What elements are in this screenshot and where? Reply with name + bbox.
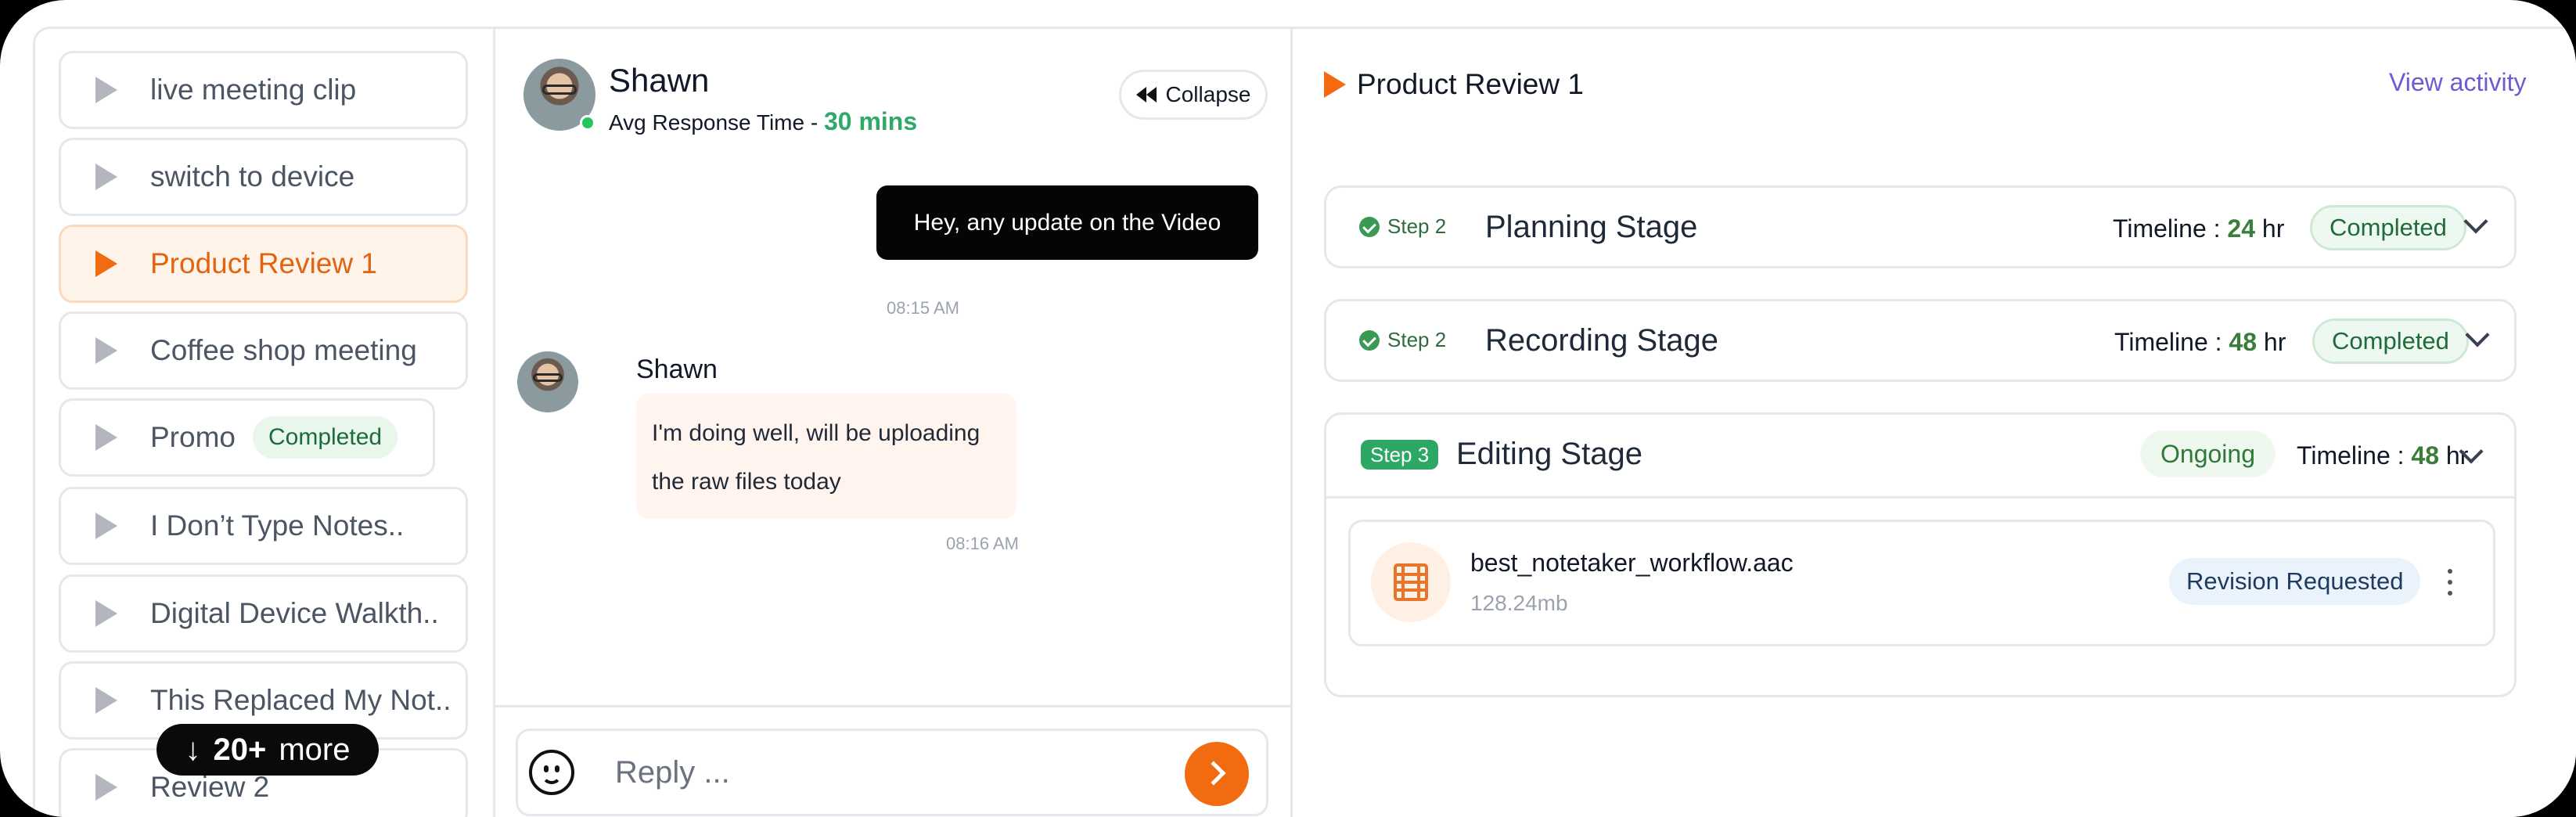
stage-name: Planning Stage — [1485, 210, 1698, 244]
timeline-label: Timeline : — [2114, 328, 2229, 356]
status-badge: Completed — [252, 416, 398, 459]
stage-timeline: Timeline : 24 hr — [2113, 214, 2284, 243]
sidebar-item-digital-device-walkthrough[interactable]: Digital Device Walkth.. — [59, 574, 468, 653]
timeline-label: Timeline : — [2113, 214, 2228, 243]
sidebar-item-label: Product Review 1 — [150, 247, 377, 279]
more-label: more — [279, 732, 351, 767]
file-size: 128.24mb — [1470, 591, 1568, 615]
sidebar-item-switch-to-device[interactable]: switch to device — [59, 138, 468, 216]
stage-timeline: Timeline : 48 hr — [2297, 441, 2468, 470]
sidebar-item-label: Review 2 — [150, 771, 270, 803]
stage-card-recording[interactable]: Step 2 Recording Stage Timeline : 48 hr … — [1324, 299, 2517, 382]
file-name: best_notetaker_workflow.aac — [1470, 549, 1793, 577]
sidebar-item-live-meeting-clip[interactable]: live meeting clip — [59, 51, 468, 129]
chevron-down-icon[interactable] — [2465, 322, 2490, 347]
stage-name: Editing Stage — [1456, 437, 1642, 471]
play-icon — [95, 687, 117, 714]
play-icon — [95, 424, 117, 451]
arrow-down-icon: ↓ — [185, 732, 201, 767]
outgoing-message: Hey, any update on the Video — [876, 185, 1258, 260]
sidebar: live meeting clip switch to device Produ… — [35, 29, 495, 817]
app-window: live meeting clip switch to device Produ… — [33, 27, 2576, 817]
status-badge: Completed — [2310, 205, 2466, 250]
file-card[interactable]: best_notetaker_workflow.aac 128.24mb Rev… — [1348, 520, 2495, 646]
sidebar-item-label: I Don’t Type Notes.. — [150, 509, 405, 542]
sidebar-item-i-dont-type-notes[interactable]: I Don’t Type Notes.. — [59, 487, 468, 565]
reply-input[interactable] — [615, 748, 1131, 797]
play-icon — [95, 250, 117, 277]
reply-composer — [516, 729, 1268, 816]
sidebar-item-label: Promo — [150, 421, 236, 453]
collapse-button[interactable]: Collapse — [1119, 70, 1268, 120]
incoming-message: I'm doing well, will be uploading the ra… — [636, 394, 1016, 519]
view-activity-link[interactable]: View activity — [2389, 68, 2526, 97]
rewind-icon — [1135, 87, 1157, 103]
play-icon — [95, 164, 117, 190]
more-count: 20+ — [213, 732, 267, 767]
step-label: Step 2 — [1387, 214, 1447, 238]
chevron-right-icon — [1201, 761, 1226, 786]
status-badge: Revision Requested — [2169, 558, 2421, 605]
step-tag: Step 2 — [1359, 214, 1446, 239]
step-tag: Step 2 — [1359, 328, 1446, 352]
play-icon — [95, 337, 117, 364]
timeline-unit: hr — [2257, 328, 2286, 356]
avg-response-value: 30 mins — [823, 107, 918, 135]
check-circle-icon — [1359, 329, 1380, 351]
check-circle-icon — [1359, 216, 1380, 237]
sidebar-item-product-review-1[interactable]: Product Review 1 — [59, 225, 468, 303]
stage-timeline: Timeline : 48 hr — [2114, 328, 2286, 357]
divider — [495, 705, 1293, 707]
timeline-hours: 24 — [2227, 214, 2255, 243]
chevron-down-icon[interactable] — [2463, 209, 2488, 234]
play-icon — [1324, 71, 1346, 98]
message-sender: Shawn — [636, 355, 718, 384]
emoji-icon[interactable] — [529, 750, 574, 795]
chat-panel: Shawn Avg Response Time - 30 mins Collap… — [495, 29, 1293, 817]
sidebar-item-label: Digital Device Walkth.. — [150, 597, 439, 629]
avg-response-time: Avg Response Time - 30 mins — [609, 107, 917, 136]
screen-frame: live meeting clip switch to device Produ… — [0, 0, 2576, 817]
detail-panel: Product Review 1 View activity Step 2 Pl… — [1293, 29, 2576, 817]
stage-name: Recording Stage — [1485, 323, 1718, 358]
step-tag: Step 3 — [1361, 440, 1439, 470]
sidebar-item-promo[interactable]: Promo Completed — [59, 398, 435, 477]
sidebar-item-label: live meeting clip — [150, 74, 357, 106]
play-icon — [95, 600, 117, 627]
online-status-icon — [580, 115, 595, 131]
message-timestamp: 08:16 AM — [946, 534, 1019, 553]
show-more-button[interactable]: ↓ 20+ more — [157, 724, 379, 776]
status-badge: Ongoing — [2140, 430, 2276, 477]
sidebar-item-coffee-shop-meeting[interactable]: Coffee shop meeting — [59, 311, 468, 390]
collapse-label: Collapse — [1165, 82, 1251, 106]
play-icon — [95, 513, 117, 539]
timeline-unit: hr — [2255, 214, 2285, 243]
timeline-label: Timeline : — [2297, 441, 2412, 470]
stage-card-planning[interactable]: Step 2 Planning Stage Timeline : 24 hr C… — [1324, 185, 2517, 268]
play-icon — [95, 774, 117, 801]
sidebar-item-label: This Replaced My Not.. — [150, 684, 452, 716]
avatar — [517, 351, 578, 412]
status-badge: Completed — [2312, 319, 2469, 364]
play-icon — [95, 77, 117, 103]
film-icon — [1371, 542, 1451, 622]
avg-response-label: Avg Response Time - — [609, 110, 824, 135]
page-title: Product Review 1 — [1357, 68, 1584, 100]
sidebar-item-label: Coffee shop meeting — [150, 334, 417, 366]
contact-name: Shawn — [609, 62, 710, 99]
message-timestamp: 08:15 AM — [887, 298, 959, 318]
divider — [1326, 496, 2514, 498]
send-button[interactable] — [1185, 742, 1249, 806]
timeline-hours: 48 — [2411, 441, 2439, 470]
stage-card-editing: Step 3 Editing Stage Ongoing Timeline : … — [1324, 412, 2517, 697]
timeline-hours: 48 — [2229, 328, 2257, 356]
step-label: Step 2 — [1387, 328, 1447, 351]
sidebar-item-label: switch to device — [150, 160, 355, 193]
more-options-icon[interactable] — [2446, 567, 2454, 599]
